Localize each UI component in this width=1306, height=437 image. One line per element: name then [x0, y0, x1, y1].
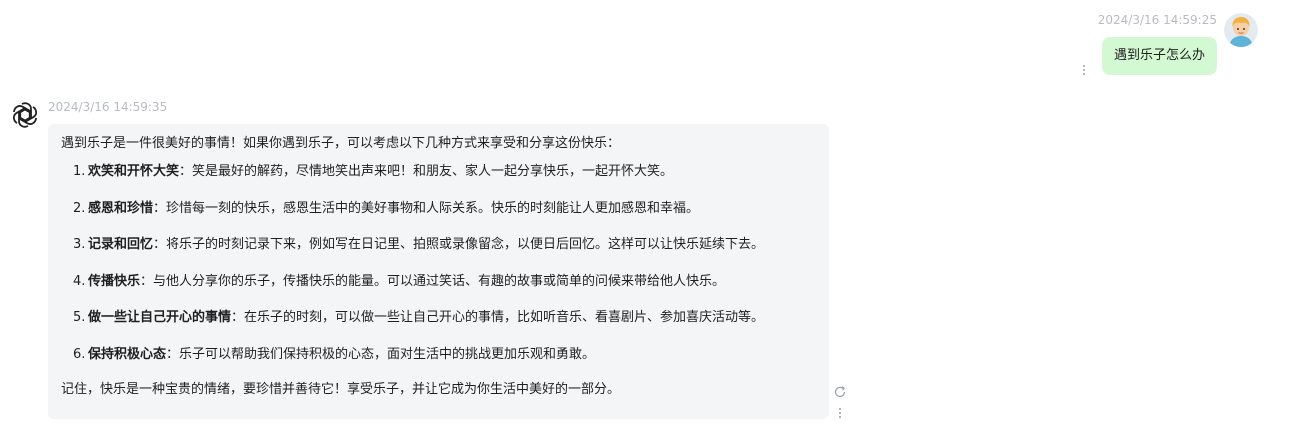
list-item-title: 欢笑和开怀大笑	[88, 164, 180, 179]
list-item-separator: ：	[166, 346, 180, 362]
list-item-title: 保持积极心态	[88, 346, 167, 362]
openai-logo-icon	[10, 100, 40, 130]
user-avatar-icon	[1224, 13, 1258, 47]
list-item-number: 3.	[73, 237, 86, 252]
list-item-text: 珍惜每一刻的快乐，感恩生活中的美好事物和人际关系。快乐的时刻能让人更加感恩和幸福…	[166, 200, 700, 216]
more-vertical-icon[interactable]	[837, 405, 843, 419]
chat-page: 2024/3/16 14:59:25 遇到乐子怎么办 2024/3/16 14:…	[0, 0, 1306, 437]
assistant-intro-text: 遇到乐子是一件很美好的事情！如果你遇到乐子，可以考虑以下几种方式来享受和分享这份…	[61, 136, 621, 151]
list-item-number: 4.	[73, 273, 86, 289]
list-item-text: 与他人分享你的乐子，传播快乐的能量。可以通过笑话、有趣的故事或简单的问候来带给他…	[153, 273, 726, 289]
user-message-timestamp: 2024/3/16 14:59:25	[1097, 13, 1217, 27]
list-item-text: 在乐子的时刻，可以做一些让自己开心的事情，比如听音乐、看喜剧片、参加喜庆活动等。	[244, 310, 765, 325]
list-item-number: 6.	[73, 346, 86, 362]
list-item-title: 感恩和珍惜	[88, 200, 154, 216]
list-item-number: 2.	[73, 200, 86, 216]
user-message-bubble: 遇到乐子怎么办	[1101, 37, 1217, 75]
assistant-outro-text: 记住，快乐是一种宝贵的情绪，要珍惜并善待它！享受乐子，并让它成为你生活中美好的一…	[61, 382, 621, 397]
assistant-suggestion-list: 1. 欢笑和开怀大笑：笑是最好的解药，尽情地笑出声来吧！和朋友、家人一起分享快乐，…	[61, 163, 816, 364]
list-item-separator: ：	[153, 237, 167, 252]
list-item-separator: ：	[140, 273, 154, 289]
list-item-number: 5.	[73, 310, 86, 325]
refresh-icon[interactable]	[833, 384, 847, 398]
list-item-separator: ：	[231, 310, 245, 325]
list-item-text: 将乐子的时刻记录下来，例如写在日记里、拍照或录像留念，以便日后回忆。这样可以让快…	[166, 237, 765, 252]
list-item: 4. 传播快乐：与他人分享你的乐子，传播快乐的能量。可以通过笑话、有趣的故事或简单…	[61, 273, 816, 291]
list-item-title: 传播快乐	[88, 273, 141, 289]
assistant-message-timestamp: 2024/3/16 14:59:35	[48, 100, 168, 114]
assistant-message-bubble: 遇到乐子是一件很美好的事情！如果你遇到乐子，可以考虑以下几种方式来享受和分享这份…	[48, 124, 829, 419]
list-item: 5. 做一些让自己开心的事情：在乐子的时刻，可以做一些让自己开心的事情，比如听音乐…	[61, 309, 816, 327]
list-item-title: 记录和回忆	[88, 237, 154, 252]
more-vertical-icon[interactable]	[1081, 62, 1087, 76]
list-item-title: 做一些让自己开心的事情	[88, 310, 232, 325]
list-item-number: 1.	[73, 164, 86, 179]
list-item-text: 乐子可以帮助我们保持积极的心态，面对生活中的挑战更加乐观和勇敢。	[179, 346, 596, 362]
list-item-text: 笑是最好的解药，尽情地笑出声来吧！和朋友、家人一起分享快乐，一起开怀大笑。	[192, 164, 674, 179]
list-item-separator: ：	[179, 164, 193, 179]
list-item-separator: ：	[153, 200, 167, 216]
list-item: 2. 感恩和珍惜：珍惜每一刻的快乐，感恩生活中的美好事物和人际关系。快乐的时刻能让…	[61, 200, 816, 218]
list-item: 6. 保持积极心态：乐子可以帮助我们保持积极的心态，面对生活中的挑战更加乐观和勇敢…	[61, 346, 816, 364]
list-item: 1. 欢笑和开怀大笑：笑是最好的解药，尽情地笑出声来吧！和朋友、家人一起分享快乐，…	[61, 163, 816, 181]
list-item: 3. 记录和回忆：将乐子的时刻记录下来，例如写在日记里、拍照或录像留念，以便日后回…	[61, 236, 816, 254]
